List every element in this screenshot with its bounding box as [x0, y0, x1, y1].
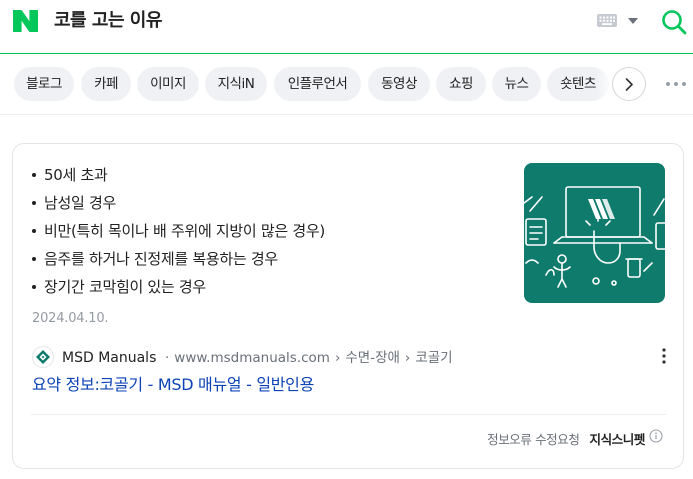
- info-icon[interactable]: [649, 429, 663, 443]
- breadcrumb-item[interactable]: 수면-장애: [345, 350, 400, 366]
- source-name[interactable]: MSD Manuals: [62, 349, 156, 367]
- tab-shopping[interactable]: 쇼핑: [436, 67, 486, 101]
- knowledge-snippet-card: 50세 초과 남성일 경우 비만(특히 목이나 배 주위에 지방이 많은 경우)…: [12, 143, 684, 469]
- search-query[interactable]: 코를 고는 이유: [54, 8, 162, 34]
- keyboard-icon[interactable]: [597, 14, 617, 27]
- breadcrumb-dot: ·: [165, 350, 170, 366]
- snippet-title-link[interactable]: 요약 정보:코골기 - MSD 매뉴얼 - 일반인용: [32, 373, 314, 397]
- divider: [31, 414, 666, 415]
- list-item: 음주를 하거나 진정제를 복용하는 경우: [31, 245, 511, 273]
- source-domain[interactable]: www.msdmanuals.com: [174, 350, 330, 366]
- tabs-next-button[interactable]: [612, 67, 646, 101]
- caret-down-icon[interactable]: [628, 18, 638, 24]
- tab-news[interactable]: 뉴스: [492, 67, 541, 101]
- snippet-bullet-list: 50세 초과 남성일 경우 비만(특히 목이나 배 주위에 지방이 많은 경우)…: [31, 161, 511, 301]
- more-vertical-icon[interactable]: [657, 347, 671, 365]
- tab-blog[interactable]: 블로그: [14, 67, 74, 101]
- search-icon[interactable]: [661, 9, 687, 35]
- tab-video[interactable]: 동영상: [368, 67, 430, 101]
- snippet-date: 2024.04.10.: [32, 311, 109, 326]
- source-breadcrumb: · www.msdmanuals.com › 수면-장애 › 코골기: [165, 349, 453, 367]
- msd-favicon-icon[interactable]: [32, 346, 54, 368]
- source-line: MSD Manuals · www.msdmanuals.com › 수면-장애 › 코골…: [32, 345, 672, 371]
- list-item: 남성일 경우: [31, 189, 511, 217]
- search-header: 코를 고는 이유: [0, 0, 693, 54]
- more-horizontal-icon[interactable]: [664, 77, 688, 91]
- tab-influencer[interactable]: 인플루언서: [274, 67, 361, 101]
- msd-logo-icon: [36, 350, 50, 364]
- list-item: 비만(특히 목이나 배 주위에 지방이 많은 경우): [31, 217, 511, 245]
- report-error-link[interactable]: 정보오류 수정요청: [487, 430, 580, 450]
- chevron-right-icon: [625, 78, 633, 91]
- tab-cafe[interactable]: 카페: [81, 67, 131, 101]
- breadcrumb-separator: ›: [334, 350, 341, 366]
- snippet-footer: 정보오류 수정요청 지식스니펫: [487, 429, 663, 449]
- breadcrumb-item[interactable]: 코골기: [415, 350, 452, 366]
- snippet-thumbnail[interactable]: [524, 163, 665, 303]
- msd-laptop-illustration-icon: [524, 186, 665, 288]
- list-item: 장기간 코막힘이 있는 경우: [31, 273, 511, 301]
- tab-image[interactable]: 이미지: [137, 67, 199, 101]
- knowledge-snippet-label: 지식스니펫: [589, 431, 645, 447]
- search-tabs: 블로그 카페 이미지 지식iN 인플루언서 동영상 쇼핑 뉴스 숏텐츠: [0, 55, 693, 115]
- naver-logo-icon[interactable]: [13, 10, 38, 32]
- tab-kin[interactable]: 지식iN: [205, 67, 267, 101]
- list-item: 50세 초과: [31, 161, 511, 189]
- breadcrumb-separator: ›: [404, 350, 411, 366]
